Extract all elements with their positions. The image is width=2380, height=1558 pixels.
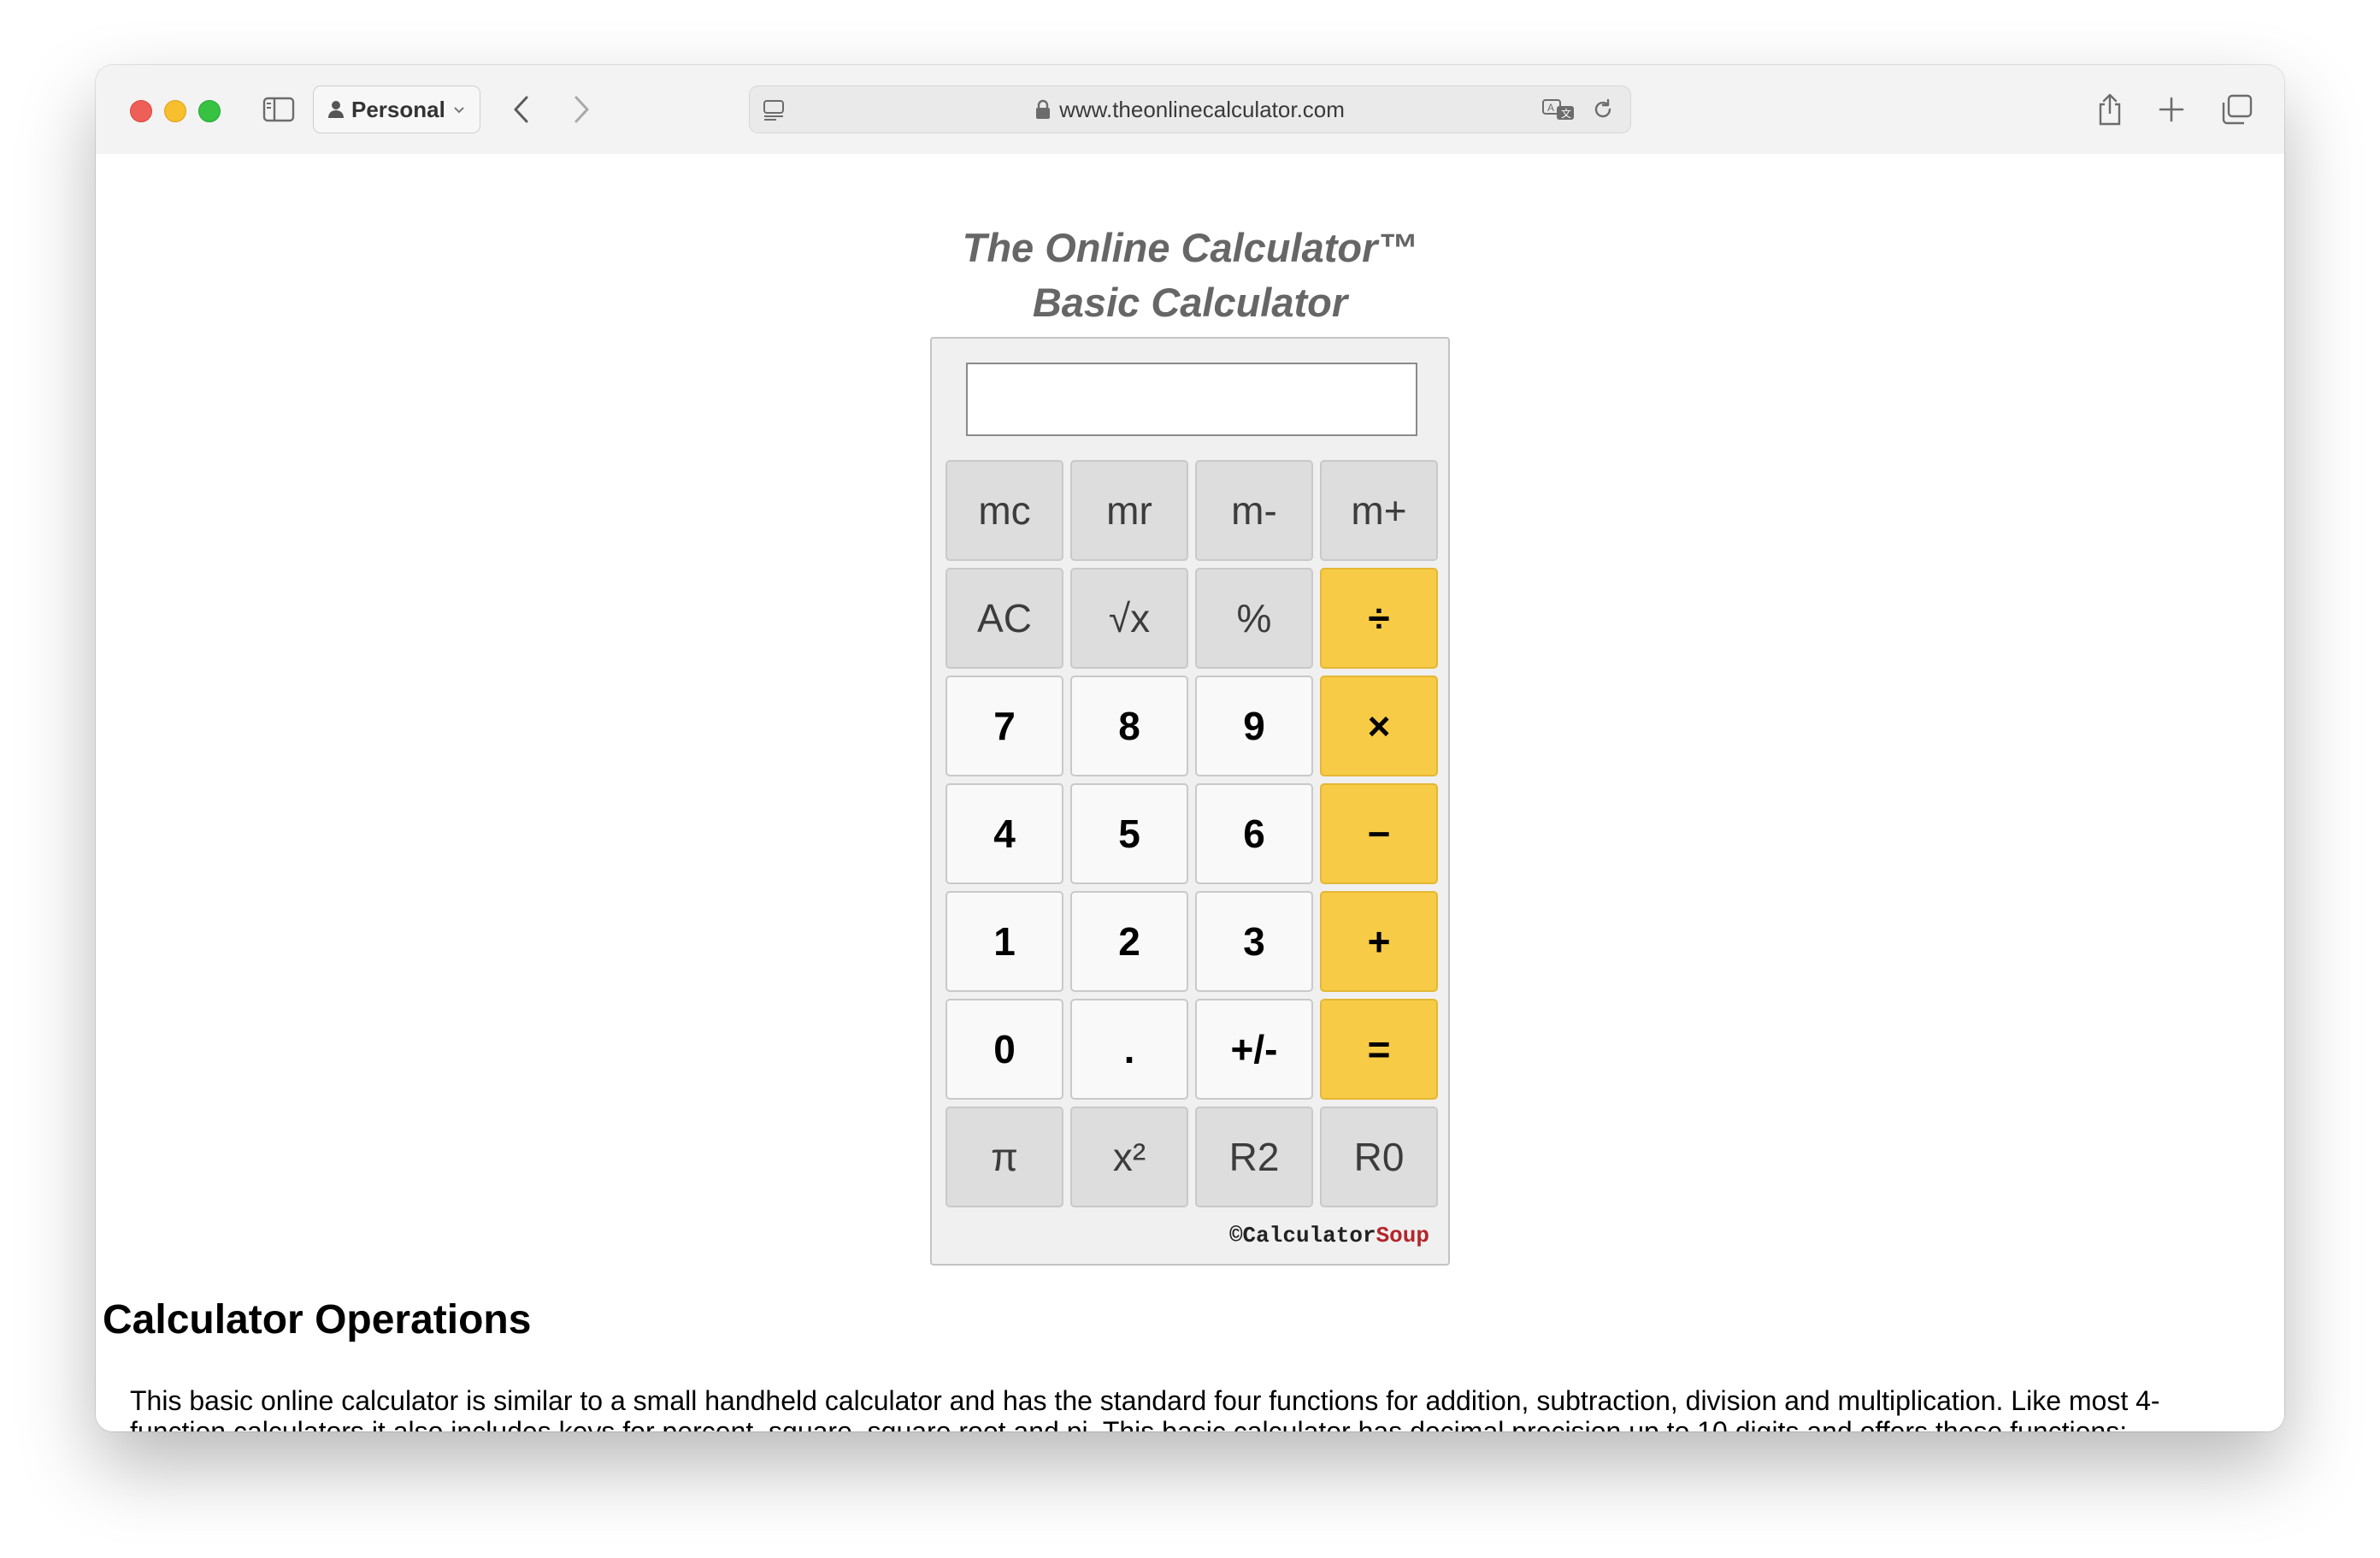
minimize-window-button[interactable] <box>164 100 186 122</box>
calc-key[interactable]: AC <box>946 568 1063 669</box>
calc-key[interactable]: 2 <box>1070 891 1188 992</box>
calc-key[interactable]: 4 <box>946 783 1063 884</box>
web-page: The Online Calculator™ Basic Calculator … <box>96 154 2284 1431</box>
calc-key[interactable]: +/- <box>1195 999 1313 1100</box>
browser-window: Personal www.theonlinecalculator.com A文 <box>96 65 2284 1431</box>
reload-icon[interactable] <box>1589 96 1617 123</box>
page-title: The Online Calculator™ <box>962 225 1418 270</box>
calc-key[interactable]: − <box>1320 783 1438 884</box>
calc-key[interactable]: mc <box>946 460 1063 561</box>
calc-key[interactable]: √x <box>1070 568 1188 669</box>
intro-paragraph: This basic online calculator is similar … <box>130 1385 2160 1431</box>
calc-key[interactable]: = <box>1320 999 1438 1100</box>
brand-name-accent: Soup <box>1376 1223 1429 1248</box>
calc-key[interactable]: π <box>946 1107 1063 1207</box>
calc-key[interactable]: . <box>1070 999 1188 1100</box>
translate-icon[interactable]: A文 <box>1541 96 1576 123</box>
calc-key[interactable]: 8 <box>1070 676 1188 776</box>
lock-icon <box>1036 99 1051 119</box>
page-subtitle: Basic Calculator <box>1032 280 1348 325</box>
calc-key[interactable]: R0 <box>1320 1107 1438 1207</box>
brand-copyright: © <box>1228 1223 1243 1248</box>
chevron-left-icon[interactable] <box>504 92 539 127</box>
calc-key[interactable]: 5 <box>1070 783 1188 884</box>
close-window-button[interactable] <box>130 100 152 122</box>
calculator: mc mr m-m+ AC √x% ÷ 7 8 9 × 4 5 6−1 2 3 +0. +/- = π x² R2 R0 … <box>930 337 1450 1266</box>
section-heading: Calculator Operations <box>103 1297 532 1343</box>
calc-key[interactable]: 1 <box>946 891 1063 992</box>
calculator-keypad: mc mr m-m+ AC √x% ÷ 7 8 9 × 4 5 6− 1 2 3 +0. +/- = π x² R2 R0 <box>946 460 1438 1207</box>
calc-key[interactable]: 0 <box>946 999 1063 1100</box>
svg-text:文: 文 <box>1561 107 1571 120</box>
url-text: www.theonlinecalculator.com <box>1059 96 1345 122</box>
brand-name: Calculator <box>1242 1223 1376 1248</box>
calc-key[interactable]: m- <box>1195 460 1313 561</box>
share-icon[interactable] <box>2093 91 2127 128</box>
profile-button[interactable]: Personal <box>313 86 480 133</box>
zoom-window-button[interactable] <box>198 100 221 122</box>
calc-key[interactable]: 9 <box>1195 676 1313 776</box>
calc-key[interactable]: ÷ <box>1320 568 1438 669</box>
person-icon <box>328 101 344 118</box>
calc-key[interactable]: 3 <box>1195 891 1313 992</box>
tabs-icon[interactable] <box>2218 91 2255 128</box>
sidebar-icon[interactable] <box>262 94 296 125</box>
calculator-display[interactable] <box>966 363 1417 436</box>
svg-text:A: A <box>1547 102 1554 114</box>
calc-key[interactable]: m+ <box>1320 460 1438 561</box>
browser-toolbar: Personal www.theonlinecalculator.com A文 <box>96 65 2284 155</box>
calc-key[interactable]: x² <box>1070 1107 1188 1207</box>
address-bar[interactable]: www.theonlinecalculator.com A文 <box>749 86 1631 133</box>
calc-key[interactable]: × <box>1320 676 1438 776</box>
calc-key[interactable]: 7 <box>946 676 1063 776</box>
calc-key[interactable]: R2 <box>1195 1107 1313 1207</box>
calculatorsoup-logo[interactable]: ©CalculatorSoup <box>1229 1223 1429 1248</box>
calc-key[interactable]: % <box>1195 568 1313 669</box>
plus-icon[interactable] <box>2154 91 2189 128</box>
calc-key[interactable]: 6 <box>1195 783 1313 884</box>
chevron-right-icon[interactable] <box>564 92 598 127</box>
chevron-down-icon <box>454 107 464 114</box>
calc-key[interactable]: mr <box>1070 460 1188 561</box>
calc-key[interactable]: + <box>1320 891 1438 992</box>
url-display: www.theonlinecalculator.com <box>750 86 1630 133</box>
profile-label: Personal <box>351 96 445 122</box>
